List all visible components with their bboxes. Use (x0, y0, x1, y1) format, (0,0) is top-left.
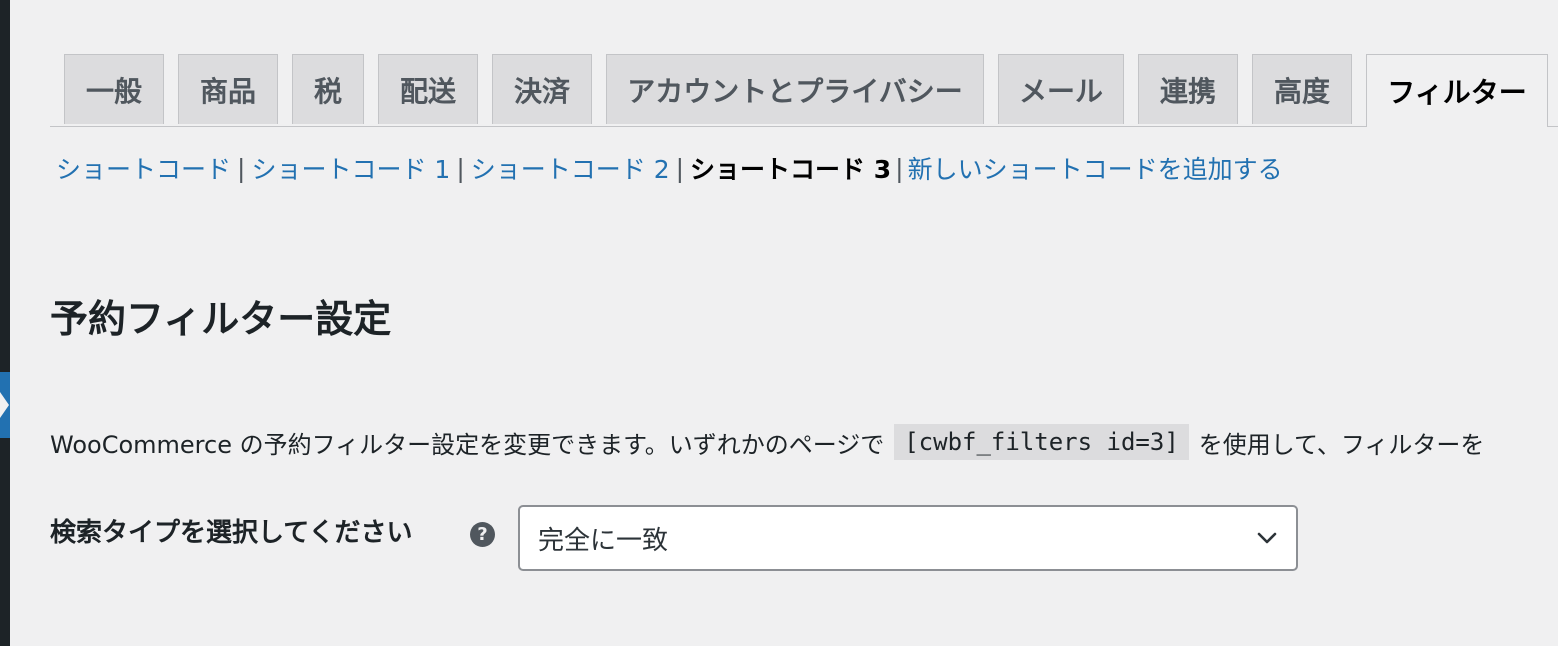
settings-tab-bar: 一般 商品 税 配送 決済 アカウントとプライバシー メール 連携 高度 フィル… (50, 54, 1558, 127)
tab-accounts-privacy[interactable]: アカウントとプライバシー (606, 54, 984, 124)
search-type-select[interactable]: 完全に一致 (518, 505, 1298, 571)
subnav-link-shortcode-2[interactable]: ショートコード 2 (471, 150, 670, 186)
subnav-link-add-shortcode[interactable]: 新しいショートコードを追加する (908, 150, 1283, 186)
subnav-separator: | (895, 153, 904, 183)
subnav-separator: | (675, 153, 685, 183)
description-text: WooCommerce の予約フィルター設定を変更できます。いずれかのページで (50, 430, 885, 459)
subnav-separator: | (237, 153, 246, 183)
subnav-link-shortcode[interactable]: ショートコード (56, 150, 231, 186)
tab-integration[interactable]: 連携 (1138, 54, 1238, 124)
help-circle-icon[interactable]: ? (470, 522, 495, 547)
shortcode-subnav: ショートコード | ショートコード 1 | ショートコード 2 | ショートコー… (56, 150, 1283, 186)
subnav-separator: | (456, 153, 465, 183)
tab-filters[interactable]: フィルター (1366, 54, 1548, 127)
chevron-down-icon (1257, 532, 1277, 544)
tab-tax[interactable]: 税 (292, 54, 364, 124)
tab-shipping[interactable]: 配送 (378, 54, 478, 124)
tab-advanced[interactable]: 高度 (1252, 54, 1352, 124)
settings-wrap: 一般 商品 税 配送 決済 アカウントとプライバシー メール 連携 高度 フィル… (50, 0, 1558, 646)
admin-menu-arrow (0, 392, 9, 418)
admin-sidebar-edge (0, 0, 10, 646)
search-type-label: 検索タイプを選択してください (50, 518, 413, 548)
page-title: 予約フィルター設定 (50, 297, 392, 341)
shortcode-snippet: [cwbf_filters id=3] (894, 424, 1189, 460)
description-text-continued: を使用して、フィルターを (1198, 430, 1485, 459)
subnav-current-shortcode-3: ショートコード 3 (690, 155, 892, 184)
tab-emails[interactable]: メール (998, 54, 1124, 124)
tab-general[interactable]: 一般 (64, 54, 164, 124)
search-type-selected-value: 完全に一致 (538, 525, 669, 556)
tab-products[interactable]: 商品 (178, 54, 278, 124)
settings-description: WooCommerce の予約フィルター設定を変更できます。いずれかのページで … (50, 420, 1558, 464)
subnav-link-shortcode-1[interactable]: ショートコード 1 (251, 150, 450, 186)
tab-payments[interactable]: 決済 (492, 54, 592, 124)
